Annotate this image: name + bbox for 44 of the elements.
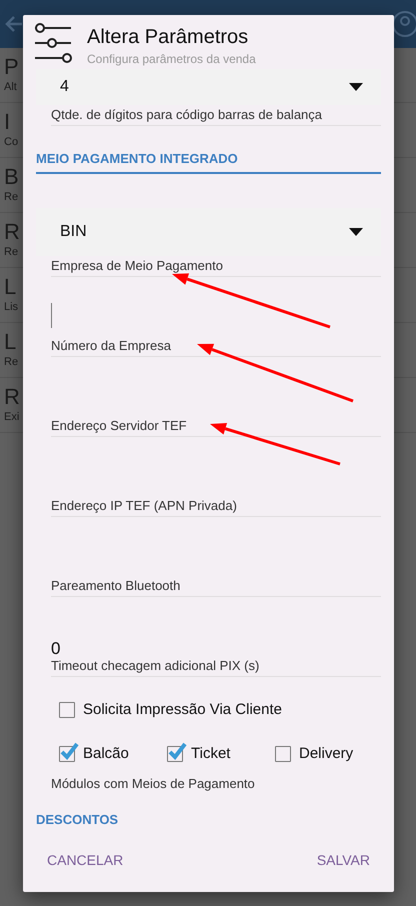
field-label: Endereço IP TEF (APN Privada) <box>51 498 237 512</box>
checkbox[interactable]: Ticket <box>167 743 275 766</box>
list-item-title: L <box>4 329 16 355</box>
checkbox[interactable]: Delivery <box>275 743 354 766</box>
list-item-subtitle: Co <box>4 135 18 149</box>
sliders-icon <box>33 21 73 65</box>
field-label: Qtde. de dígitos para código barras de balança <box>51 107 322 122</box>
list-item-title: R <box>4 219 20 245</box>
checkmark-icon <box>59 741 79 762</box>
checkbox[interactable]: Solicita Impressão Via Cliente <box>59 698 282 721</box>
field-label: Pareamento Bluetooth <box>51 578 180 592</box>
list-item-subtitle: Re <box>4 355 18 369</box>
back-arrow-icon[interactable] <box>4 14 24 34</box>
cancel-button[interactable]: CANCELAR <box>35 844 136 876</box>
dropdown-caret-icon <box>349 228 363 236</box>
dropdown-value: 4 <box>60 77 69 97</box>
helper-text: Módulos com Meios de Pagamento <box>51 776 255 790</box>
text-field[interactable]: 0 Timeout checagem adicional PIX (s) <box>51 596 381 676</box>
section-header: MEIO PAGAMENTO INTEGRADO <box>36 150 238 168</box>
field-label: Endereço Servidor TEF <box>51 418 187 432</box>
list-item-subtitle: Re <box>4 190 18 204</box>
field-label: Número da Empresa <box>51 338 171 352</box>
checkbox[interactable]: Balcão <box>59 743 167 766</box>
list-item-title: R <box>4 384 20 410</box>
list-item-title: P <box>4 54 19 80</box>
list-item-title: L <box>4 274 16 300</box>
field-label: Empresa de Meio Pagamento <box>51 258 223 272</box>
section-header: DESCONTOS <box>36 811 118 828</box>
text-field[interactable]: Pareamento Bluetooth <box>51 516 381 596</box>
checkmark-icon <box>167 741 187 762</box>
list-item-subtitle: Alt <box>4 80 17 94</box>
list-item-title: B <box>4 164 19 190</box>
list-item-subtitle: Re <box>4 245 18 259</box>
text-field[interactable]: Endereço IP TEF (APN Privada) <box>51 436 381 516</box>
field-label: Timeout checagem adicional PIX (s) <box>51 658 260 672</box>
list-item-subtitle: Exi <box>4 410 20 424</box>
field-value: 0 <box>51 640 60 656</box>
dropdown-caret-icon <box>349 83 363 91</box>
dialog-title: Altera Parâmetros <box>87 25 248 50</box>
dropdown-value: BIN <box>60 222 87 242</box>
list-item-subtitle: Lis <box>4 300 18 314</box>
list-item-title: I <box>4 109 10 135</box>
save-button[interactable]: SALVAR <box>304 844 382 876</box>
dialog-subtitle: Configura parâmetros da venda <box>87 51 256 68</box>
